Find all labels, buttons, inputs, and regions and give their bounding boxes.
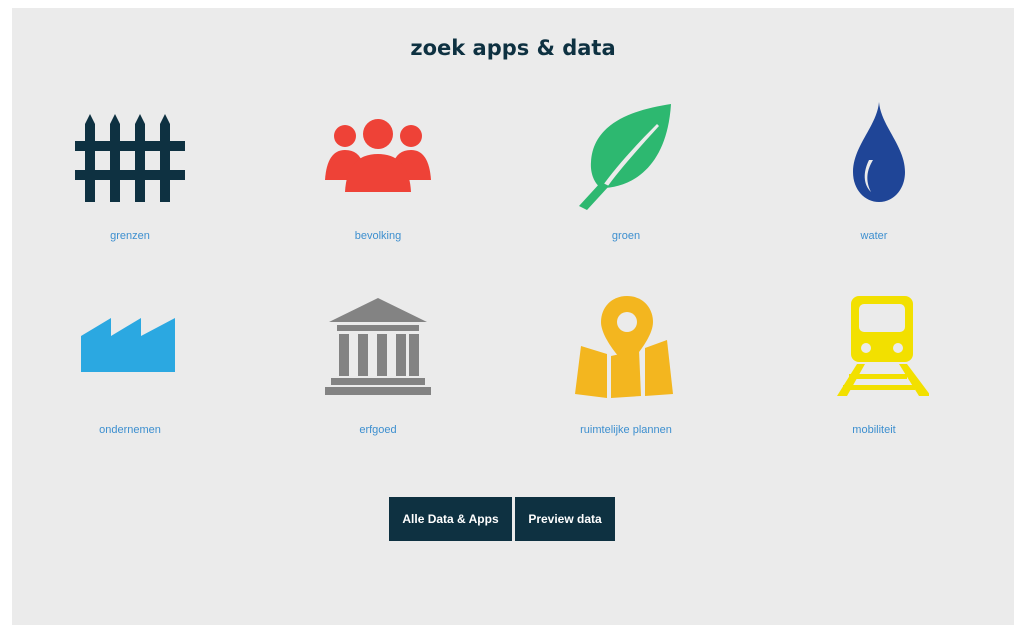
- preview-data-button[interactable]: Preview data: [515, 497, 615, 541]
- map-pin-icon: [575, 296, 673, 398]
- water-drop-icon: [853, 102, 905, 202]
- category-label: ruimtelijke plannen: [580, 424, 672, 436]
- category-water[interactable]: water: [774, 102, 974, 242]
- category-label: bevolking: [354, 230, 402, 242]
- category-erfgoed[interactable]: erfgoed: [278, 296, 478, 436]
- category-ondernemen[interactable]: ondernemen: [30, 296, 230, 436]
- category-ruimtelijke-plannen[interactable]: ruimtelijke plannen: [526, 296, 726, 436]
- category-label: water: [860, 230, 888, 242]
- fence-icon: [75, 114, 185, 202]
- category-label: ondernemen: [99, 424, 161, 436]
- category-label: grenzen: [110, 230, 150, 242]
- all-data-apps-button[interactable]: Alle Data & Apps: [389, 497, 512, 541]
- category-label: groen: [611, 230, 641, 242]
- category-grenzen[interactable]: grenzen: [30, 102, 230, 242]
- category-groen[interactable]: groen: [526, 102, 726, 242]
- action-buttons: Alle Data & Apps Preview data: [389, 497, 615, 541]
- monument-icon: [325, 298, 431, 395]
- people-icon: [325, 119, 431, 192]
- factory-icon: [81, 318, 175, 372]
- search-apps-panel: zoek apps & data grenzen bevolking groen…: [12, 8, 1014, 625]
- category-mobiliteit[interactable]: mobiliteit: [774, 296, 974, 436]
- page-title: zoek apps & data: [410, 36, 616, 60]
- category-bevolking[interactable]: bevolking: [278, 102, 478, 242]
- category-label: mobiliteit: [852, 424, 896, 436]
- train-icon: [837, 296, 929, 396]
- category-label: erfgoed: [359, 424, 397, 436]
- leaf-icon: [579, 104, 671, 210]
